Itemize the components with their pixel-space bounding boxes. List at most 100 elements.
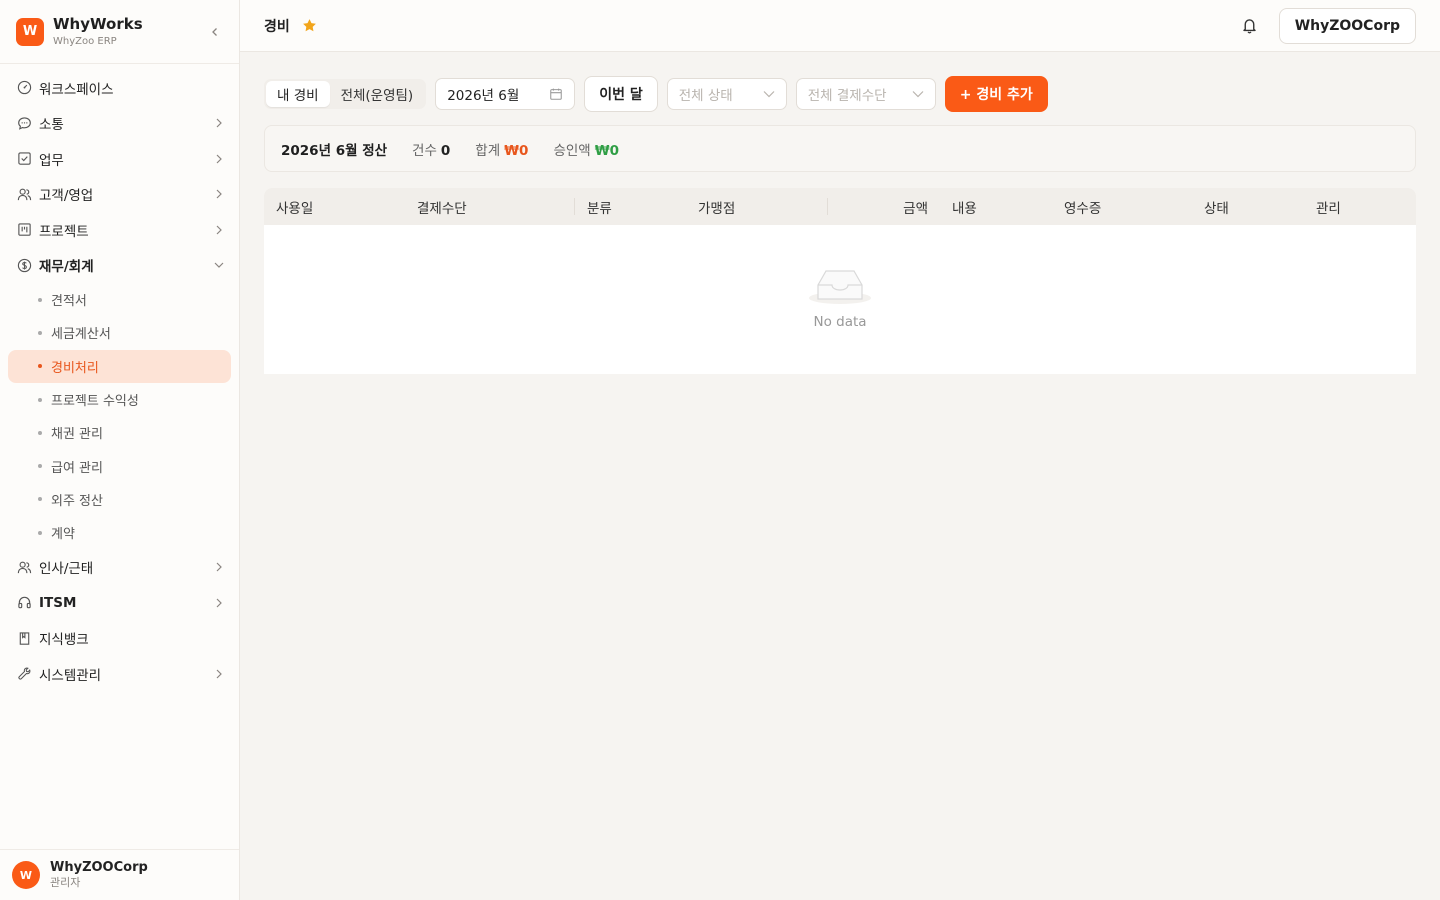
sidebar-item-label: 인사/근태 <box>39 561 94 578</box>
bell-icon[interactable] <box>1241 17 1259 35</box>
calendar-icon <box>549 87 563 101</box>
column-header-actions[interactable]: 관리 <box>1316 188 1341 225</box>
sidebar-subitem-payroll[interactable]: 급여 관리 <box>8 449 231 482</box>
main-content: 내 경비 전체(운영팀) 2026년 6월 이번 달 전체 상태 전체 결제수단… <box>264 76 1416 374</box>
sidebar-item-workspace[interactable]: 워크스페이스 <box>0 70 239 106</box>
column-header-status[interactable]: 상태 <box>1204 188 1229 225</box>
month-picker-value: 2026년 6월 <box>447 88 520 104</box>
sidebar-subitem-label: 계약 <box>51 527 75 543</box>
sidebar-subitem-label: 세금계산서 <box>51 327 111 343</box>
brand-name: WhyWorks <box>53 14 143 33</box>
sidebar-subitem-label: 외주 정산 <box>51 493 103 509</box>
chevron-right-icon <box>213 224 225 236</box>
brand-text: WhyWorks WhyZoo ERP <box>53 15 207 49</box>
sidebar-subitem-project-profitability[interactable]: 프로젝트 수익성 <box>8 383 231 416</box>
empty-state-text: No data <box>813 314 867 330</box>
collapse-sidebar-icon[interactable] <box>207 24 223 40</box>
column-header-description[interactable]: 내용 <box>952 188 977 225</box>
summary-approved-label: 승인액 <box>553 142 591 159</box>
sidebar-subitem-quotes[interactable]: 견적서 <box>8 283 231 316</box>
sidebar-subitem-label: 경비처리 <box>51 360 99 376</box>
brand-logo[interactable]: W <box>16 17 44 46</box>
dashboard-icon <box>16 80 32 96</box>
sidebar-item-finance[interactable]: 재무/회계 <box>0 248 239 284</box>
column-header-amount[interactable]: 금액 <box>827 188 928 225</box>
sidebar-subitem-label: 프로젝트 수익성 <box>51 394 139 410</box>
chevron-down-icon <box>213 259 225 271</box>
brand-header: W WhyWorks WhyZoo ERP <box>0 0 239 64</box>
summary-approved: 승인액 ₩0 <box>553 139 619 159</box>
brand-subtitle: WhyZoo ERP <box>53 35 117 47</box>
empty-inbox-icon <box>809 270 871 304</box>
tab-all-expenses[interactable]: 전체(운영팀) <box>330 81 425 107</box>
summary-approved-value: ₩0 <box>594 142 619 159</box>
status-filter-select[interactable]: 전체 상태 <box>666 78 787 110</box>
sidebar-item-label: 프로젝트 <box>39 223 89 240</box>
star-favorite-icon[interactable] <box>302 18 318 34</box>
status-filter-placeholder: 전체 상태 <box>678 88 733 104</box>
sidebar-item-label: 소통 <box>39 117 64 134</box>
expense-table: 사용일 결제수단 분류 가맹점 금액 내용 영수증 상태 관리 No data <box>264 188 1416 374</box>
kanban-icon <box>16 222 32 238</box>
settlement-summary: 2026년 6월 정산 건수 0 합계 ₩0 승인액 ₩0 <box>264 125 1416 172</box>
bullet-dot <box>38 297 42 302</box>
sidebar-subitem-tax-invoices[interactable]: 세금계산서 <box>8 316 231 349</box>
month-picker[interactable]: 2026년 6월 <box>435 78 576 110</box>
summary-period: 2026년 6월 정산 <box>281 142 388 159</box>
sidebar-nav: 워크스페이스 소통 업무 고객/영업 프로젝트 재무/회계 견적서 세금계산서 … <box>0 64 239 691</box>
chevron-right-icon <box>213 153 225 165</box>
user-profile[interactable]: W WhyZOOCorp 관리자 <box>0 849 239 900</box>
sidebar-item-label: 업무 <box>39 152 64 169</box>
chevron-right-icon <box>213 597 225 609</box>
bullet-dot <box>38 464 42 469</box>
sidebar-subitem-receivables[interactable]: 채권 관리 <box>8 416 231 449</box>
sidebar-item-knowledge[interactable]: 지식뱅크 <box>0 620 239 656</box>
summary-count-label: 건수 <box>412 142 437 159</box>
summary-total-value: ₩0 <box>504 142 529 159</box>
dollar-icon <box>16 257 32 273</box>
bullet-dot <box>38 330 42 335</box>
sidebar-item-itsm[interactable]: ITSM <box>0 585 239 621</box>
sidebar-subitem-contracts[interactable]: 계약 <box>8 516 231 549</box>
this-month-button[interactable]: 이번 달 <box>584 76 658 112</box>
payment-filter-placeholder: 전체 결제수단 <box>807 88 887 104</box>
column-header-category[interactable]: 분류 <box>574 188 612 225</box>
sidebar-subitem-expenses[interactable]: 경비처리 <box>8 349 231 383</box>
sidebar-item-communication[interactable]: 소통 <box>0 106 239 142</box>
sidebar: W WhyWorks WhyZoo ERP 워크스페이스 소통 업무 고객/영업… <box>0 0 240 900</box>
payment-filter-select[interactable]: 전체 결제수단 <box>795 78 936 110</box>
sidebar-item-system[interactable]: 시스템관리 <box>0 656 239 692</box>
summary-count: 건수 0 <box>412 139 450 159</box>
people-icon <box>16 559 32 575</box>
book-icon <box>16 630 32 646</box>
add-expense-button[interactable]: + 경비 추가 <box>944 76 1048 112</box>
headset-icon <box>16 595 32 611</box>
sidebar-item-label: 재무/회계 <box>39 259 94 276</box>
column-header-payment-method[interactable]: 결제수단 <box>417 188 467 225</box>
summary-count-value: 0 <box>440 142 451 159</box>
sidebar-item-tasks[interactable]: 업무 <box>0 141 239 177</box>
sidebar-item-customers[interactable]: 고객/영업 <box>0 177 239 213</box>
chevron-right-icon <box>213 117 225 129</box>
sidebar-item-projects[interactable]: 프로젝트 <box>0 212 239 248</box>
sidebar-subitem-outsourcing[interactable]: 외주 정산 <box>8 483 231 516</box>
column-header-receipt[interactable]: 영수증 <box>1064 188 1101 225</box>
table-body-empty: No data <box>264 225 1416 374</box>
sidebar-item-label: ITSM <box>39 594 77 611</box>
page-title: 경비 <box>264 18 290 35</box>
avatar: W <box>12 861 40 889</box>
sidebar-item-hr[interactable]: 인사/근태 <box>0 549 239 585</box>
sidebar-item-label: 지식뱅크 <box>39 632 89 649</box>
sidebar-item-label: 고객/영업 <box>39 188 94 205</box>
column-header-merchant[interactable]: 가맹점 <box>698 188 735 225</box>
table-header: 사용일 결제수단 분류 가맹점 금액 내용 영수증 상태 관리 <box>264 188 1416 225</box>
sidebar-subitem-label: 급여 관리 <box>51 460 103 476</box>
org-switcher-button[interactable]: WhyZOOCorp <box>1278 7 1416 44</box>
column-header-date[interactable]: 사용일 <box>276 188 313 225</box>
bullet-dot <box>38 397 42 402</box>
tab-my-expenses[interactable]: 내 경비 <box>266 81 330 107</box>
top-header: 경비 WhyZOOCorp <box>240 0 1440 52</box>
chat-icon <box>16 115 32 131</box>
bullet-dot <box>38 497 42 502</box>
users-icon <box>16 186 32 202</box>
